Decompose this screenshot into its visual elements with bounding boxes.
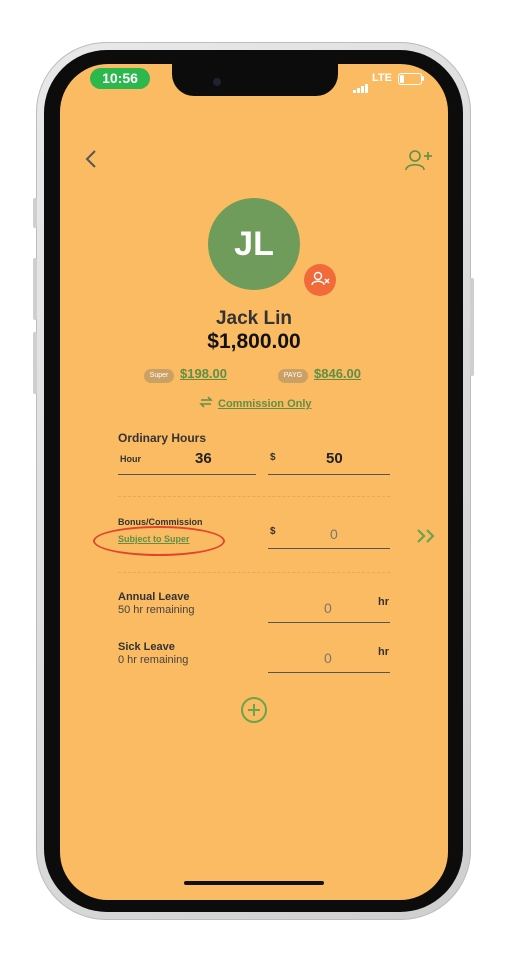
bonus-currency: $	[270, 526, 276, 537]
annotation-circle	[93, 526, 225, 556]
volume-up-button	[33, 258, 37, 320]
double-chevron-right-icon[interactable]	[416, 528, 438, 549]
divider	[118, 496, 390, 497]
total-amount: $1,800.00	[207, 330, 301, 353]
ordinary-hours-title: Ordinary Hours	[118, 431, 207, 445]
front-camera	[213, 78, 221, 86]
divider	[118, 572, 390, 573]
add-user-icon[interactable]	[404, 148, 434, 177]
network-label: LTE	[372, 72, 392, 84]
employee-name: Jack Lin	[215, 308, 293, 329]
payg-amount-link[interactable]: $846.00	[314, 366, 361, 381]
rate-value: 50	[326, 450, 343, 467]
notch	[172, 64, 338, 96]
plus-circle-icon[interactable]	[240, 696, 268, 729]
avatar: JL	[208, 198, 300, 290]
swap-icon[interactable]	[198, 394, 214, 415]
app-screen: 10:56 LTE JL Jack Lin $1,800.00 Super $1…	[60, 64, 448, 900]
bonus-field[interactable]	[268, 522, 390, 549]
status-time: 10:56	[90, 68, 150, 89]
home-indicator[interactable]	[184, 881, 324, 885]
annual-leave-unit: hr	[378, 596, 389, 608]
hour-label: Hour	[120, 454, 141, 464]
mute-switch	[33, 198, 37, 228]
sick-leave-value: 0	[324, 650, 332, 666]
signal-icon	[353, 75, 369, 93]
battery-icon	[398, 73, 422, 85]
rate-currency: $	[270, 452, 276, 463]
volume-down-button	[33, 332, 37, 394]
power-button	[470, 278, 474, 376]
annual-leave-title: Annual Leave	[118, 591, 190, 603]
payg-chip: PAYG	[278, 369, 308, 383]
bonus-value: 0	[330, 526, 338, 542]
super-amount-link[interactable]: $198.00	[180, 366, 227, 381]
sick-leave-remaining: 0 hr remaining	[118, 654, 189, 666]
remove-user-icon[interactable]	[304, 264, 336, 296]
pay-type-link[interactable]: Commission Only	[218, 398, 312, 410]
super-chip: Super	[144, 369, 174, 383]
battery-tip	[422, 76, 424, 81]
sick-leave-title: Sick Leave	[118, 641, 175, 653]
hours-value: 36	[195, 450, 212, 467]
annual-leave-remaining: 50 hr remaining	[118, 604, 195, 616]
back-chevron-icon[interactable]	[84, 148, 98, 176]
annual-leave-value: 0	[324, 600, 332, 616]
sick-leave-unit: hr	[378, 646, 389, 658]
